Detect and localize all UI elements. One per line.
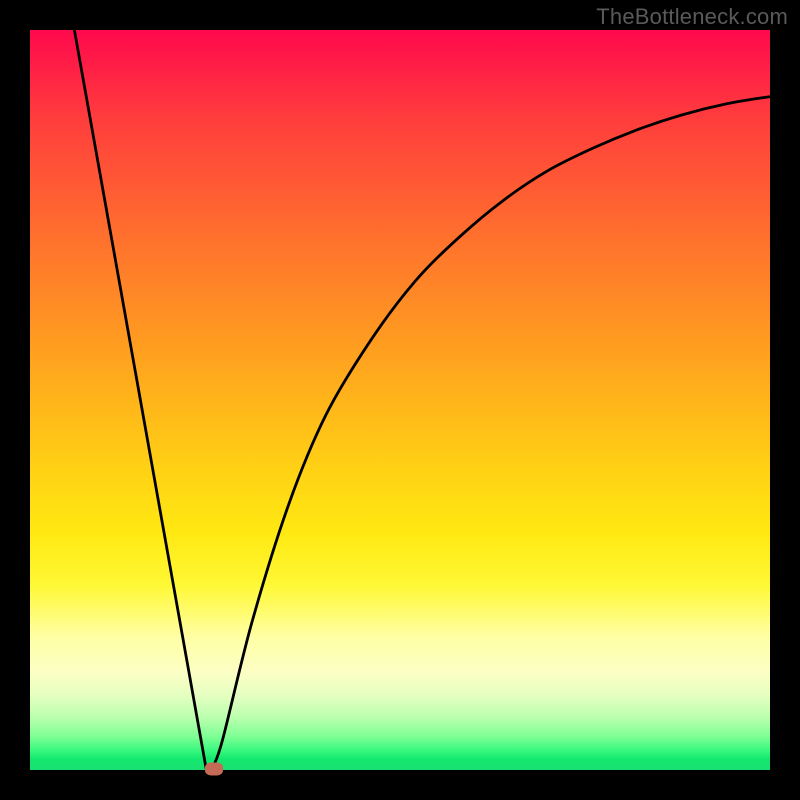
optimal-point-marker bbox=[205, 762, 223, 775]
watermark-text: TheBottleneck.com bbox=[596, 4, 788, 30]
bottleneck-curve-svg bbox=[30, 30, 770, 770]
bottleneck-curve-path bbox=[74, 30, 770, 769]
chart-frame: TheBottleneck.com bbox=[0, 0, 800, 800]
